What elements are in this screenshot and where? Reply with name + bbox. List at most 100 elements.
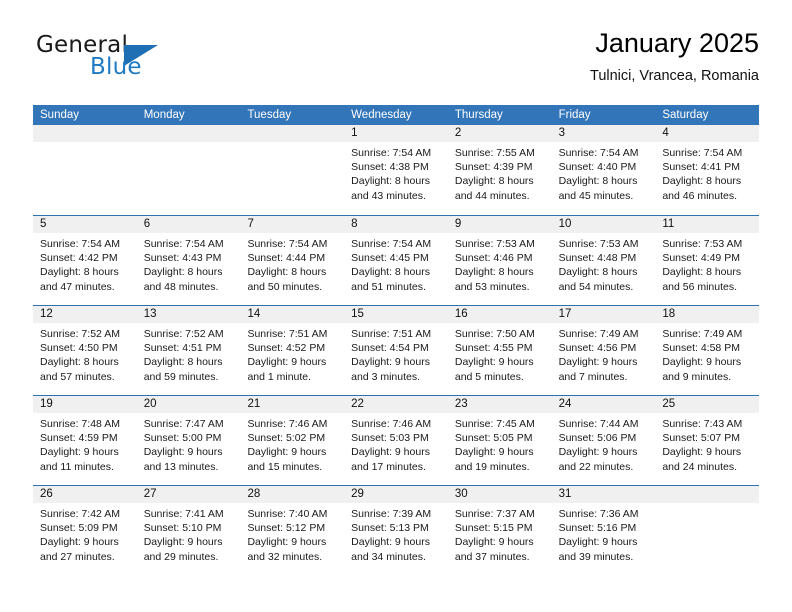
day-number bbox=[655, 486, 760, 503]
day-info: Sunrise: 7:36 AM Sunset: 5:16 PM Dayligh… bbox=[552, 503, 656, 564]
day-cell[interactable]: 18 Sunrise: 7:49 AM Sunset: 4:58 PM Dayl… bbox=[655, 306, 760, 395]
day-number: 21 bbox=[240, 396, 345, 413]
day-cell[interactable]: 24 Sunrise: 7:44 AM Sunset: 5:06 PM Dayl… bbox=[551, 396, 656, 485]
sunrise-text: Sunrise: 7:49 AM bbox=[662, 328, 743, 340]
day-cell[interactable]: 29 Sunrise: 7:39 AM Sunset: 5:13 PM Dayl… bbox=[344, 486, 448, 575]
sunset-text: Sunset: 5:02 PM bbox=[247, 432, 326, 445]
day-cell[interactable]: 6 Sunrise: 7:54 AM Sunset: 4:43 PM Dayli… bbox=[136, 216, 241, 305]
day-cell[interactable]: 21 Sunrise: 7:46 AM Sunset: 5:02 PM Dayl… bbox=[240, 396, 345, 485]
day-info: Sunrise: 7:54 AM Sunset: 4:44 PM Dayligh… bbox=[240, 233, 344, 294]
day-cell[interactable]: 1 Sunrise: 7:54 AM Sunset: 4:38 PM Dayli… bbox=[344, 125, 448, 215]
daylight-text-line1: Daylight: 8 hours bbox=[351, 266, 430, 279]
daylight-text-line2: and 47 minutes. bbox=[40, 280, 115, 293]
day-number: 15 bbox=[344, 306, 448, 323]
day-cell[interactable]: 2 Sunrise: 7:55 AM Sunset: 4:39 PM Dayli… bbox=[447, 125, 552, 215]
calendar-page: General Blue January 2025 Tulnici, Vranc… bbox=[0, 0, 792, 612]
week-row: 12 Sunrise: 7:52 AM Sunset: 4:50 PM Dayl… bbox=[33, 305, 760, 395]
day-info: Sunrise: 7:46 AM Sunset: 5:03 PM Dayligh… bbox=[344, 413, 448, 474]
daylight-text-line2: and 48 minutes. bbox=[143, 280, 219, 293]
day-number: 1 bbox=[344, 125, 448, 142]
day-number: 8 bbox=[344, 216, 448, 233]
day-cell[interactable]: 31 Sunrise: 7:36 AM Sunset: 5:16 PM Dayl… bbox=[551, 486, 656, 575]
sunset-text: Sunset: 4:54 PM bbox=[351, 342, 429, 355]
sunrise-text: Sunrise: 7:43 AM bbox=[662, 418, 743, 430]
general-blue-logo[interactable]: General Blue bbox=[33, 32, 213, 92]
weekday-monday: Monday bbox=[143, 109, 185, 121]
daylight-text-line2: and 19 minutes. bbox=[454, 460, 530, 473]
day-number: 14 bbox=[240, 306, 345, 323]
sunset-text: Sunset: 5:07 PM bbox=[662, 432, 740, 445]
daylight-text-line1: Daylight: 9 hours bbox=[558, 536, 638, 549]
sunrise-text: Sunrise: 7:53 AM bbox=[662, 238, 743, 250]
daylight-text-line1: Daylight: 9 hours bbox=[143, 446, 223, 459]
day-cell[interactable] bbox=[655, 486, 760, 575]
daylight-text-line1: Daylight: 9 hours bbox=[454, 356, 534, 369]
day-cell[interactable]: 23 Sunrise: 7:45 AM Sunset: 5:05 PM Dayl… bbox=[447, 396, 552, 485]
sunrise-text: Sunrise: 7:51 AM bbox=[247, 328, 328, 340]
day-cell[interactable]: 27 Sunrise: 7:41 AM Sunset: 5:10 PM Dayl… bbox=[136, 486, 241, 575]
day-cell[interactable]: 22 Sunrise: 7:46 AM Sunset: 5:03 PM Dayl… bbox=[344, 396, 448, 485]
sunset-text: Sunset: 4:49 PM bbox=[662, 252, 740, 265]
day-cell[interactable]: 15 Sunrise: 7:51 AM Sunset: 4:54 PM Dayl… bbox=[344, 306, 448, 395]
day-cell[interactable]: 16 Sunrise: 7:50 AM Sunset: 4:55 PM Dayl… bbox=[447, 306, 552, 395]
day-number: 4 bbox=[655, 125, 760, 142]
day-cell[interactable]: 4 Sunrise: 7:54 AM Sunset: 4:41 PM Dayli… bbox=[655, 125, 760, 215]
day-cell[interactable]: 19 Sunrise: 7:48 AM Sunset: 4:59 PM Dayl… bbox=[33, 396, 137, 485]
sunrise-text: Sunrise: 7:46 AM bbox=[351, 418, 432, 430]
daylight-text-line1: Daylight: 9 hours bbox=[454, 536, 534, 549]
daylight-text-line1: Daylight: 9 hours bbox=[351, 446, 430, 459]
daylight-text-line2: and 53 minutes. bbox=[454, 280, 530, 293]
day-cell[interactable]: 12 Sunrise: 7:52 AM Sunset: 4:50 PM Dayl… bbox=[33, 306, 137, 395]
day-cell[interactable]: 17 Sunrise: 7:49 AM Sunset: 4:56 PM Dayl… bbox=[551, 306, 656, 395]
sunrise-text: Sunrise: 7:36 AM bbox=[558, 508, 639, 520]
day-number: 28 bbox=[240, 486, 345, 503]
location-subtitle: Tulnici, Vrancea, Romania bbox=[590, 68, 759, 84]
daylight-text-line2: and 59 minutes. bbox=[143, 370, 219, 383]
sunrise-text: Sunrise: 7:52 AM bbox=[40, 328, 120, 340]
day-cell[interactable]: 7 Sunrise: 7:54 AM Sunset: 4:44 PM Dayli… bbox=[240, 216, 345, 305]
day-cell[interactable]: 11 Sunrise: 7:53 AM Sunset: 4:49 PM Dayl… bbox=[655, 216, 760, 305]
daylight-text-line1: Daylight: 8 hours bbox=[40, 356, 119, 369]
day-cell[interactable]: 8 Sunrise: 7:54 AM Sunset: 4:45 PM Dayli… bbox=[344, 216, 448, 305]
day-cell[interactable]: 28 Sunrise: 7:40 AM Sunset: 5:12 PM Dayl… bbox=[240, 486, 345, 575]
sunset-text: Sunset: 5:09 PM bbox=[40, 522, 118, 535]
day-cell[interactable]: 13 Sunrise: 7:52 AM Sunset: 4:51 PM Dayl… bbox=[136, 306, 241, 395]
day-number: 31 bbox=[551, 486, 656, 503]
day-cell[interactable]: 26 Sunrise: 7:42 AM Sunset: 5:09 PM Dayl… bbox=[33, 486, 137, 575]
day-number: 19 bbox=[33, 396, 137, 413]
day-cell[interactable] bbox=[33, 125, 137, 215]
daylight-text-line2: and 39 minutes. bbox=[558, 550, 634, 563]
day-cell[interactable]: 3 Sunrise: 7:54 AM Sunset: 4:40 PM Dayli… bbox=[551, 125, 656, 215]
daylight-text-line1: Daylight: 8 hours bbox=[454, 175, 534, 188]
daylight-text-line1: Daylight: 9 hours bbox=[40, 446, 119, 459]
sunrise-text: Sunrise: 7:45 AM bbox=[454, 418, 535, 430]
sunset-text: Sunset: 5:13 PM bbox=[351, 522, 429, 535]
day-number: 6 bbox=[136, 216, 241, 233]
day-number bbox=[33, 125, 137, 142]
day-cell[interactable]: 20 Sunrise: 7:47 AM Sunset: 5:00 PM Dayl… bbox=[136, 396, 241, 485]
day-info: Sunrise: 7:54 AM Sunset: 4:45 PM Dayligh… bbox=[344, 233, 448, 294]
sunrise-text: Sunrise: 7:50 AM bbox=[454, 328, 535, 340]
day-number: 22 bbox=[344, 396, 448, 413]
sunrise-text: Sunrise: 7:51 AM bbox=[351, 328, 432, 340]
daylight-text-line2: and 29 minutes. bbox=[143, 550, 219, 563]
day-cell[interactable]: 9 Sunrise: 7:53 AM Sunset: 4:46 PM Dayli… bbox=[447, 216, 552, 305]
sunset-text: Sunset: 5:12 PM bbox=[247, 522, 326, 535]
sunrise-text: Sunrise: 7:53 AM bbox=[558, 238, 639, 250]
day-cell[interactable]: 30 Sunrise: 7:37 AM Sunset: 5:15 PM Dayl… bbox=[447, 486, 552, 575]
sunrise-text: Sunrise: 7:54 AM bbox=[351, 147, 432, 159]
sunset-text: Sunset: 4:46 PM bbox=[454, 252, 533, 265]
day-number: 29 bbox=[344, 486, 448, 503]
day-cell[interactable] bbox=[136, 125, 241, 215]
day-number: 12 bbox=[33, 306, 137, 323]
day-cell[interactable]: 5 Sunrise: 7:54 AM Sunset: 4:42 PM Dayli… bbox=[33, 216, 137, 305]
sunset-text: Sunset: 5:05 PM bbox=[454, 432, 533, 445]
day-cell[interactable]: 14 Sunrise: 7:51 AM Sunset: 4:52 PM Dayl… bbox=[240, 306, 345, 395]
day-cell[interactable]: 10 Sunrise: 7:53 AM Sunset: 4:48 PM Dayl… bbox=[551, 216, 656, 305]
page-header: General Blue January 2025 Tulnici, Vranc… bbox=[33, 26, 759, 98]
day-cell[interactable]: 25 Sunrise: 7:43 AM Sunset: 5:07 PM Dayl… bbox=[655, 396, 760, 485]
week-row: 26 Sunrise: 7:42 AM Sunset: 5:09 PM Dayl… bbox=[33, 485, 760, 575]
day-cell[interactable] bbox=[240, 125, 345, 215]
weekday-wednesday: Wednesday bbox=[351, 109, 412, 121]
sunrise-text: Sunrise: 7:52 AM bbox=[143, 328, 224, 340]
